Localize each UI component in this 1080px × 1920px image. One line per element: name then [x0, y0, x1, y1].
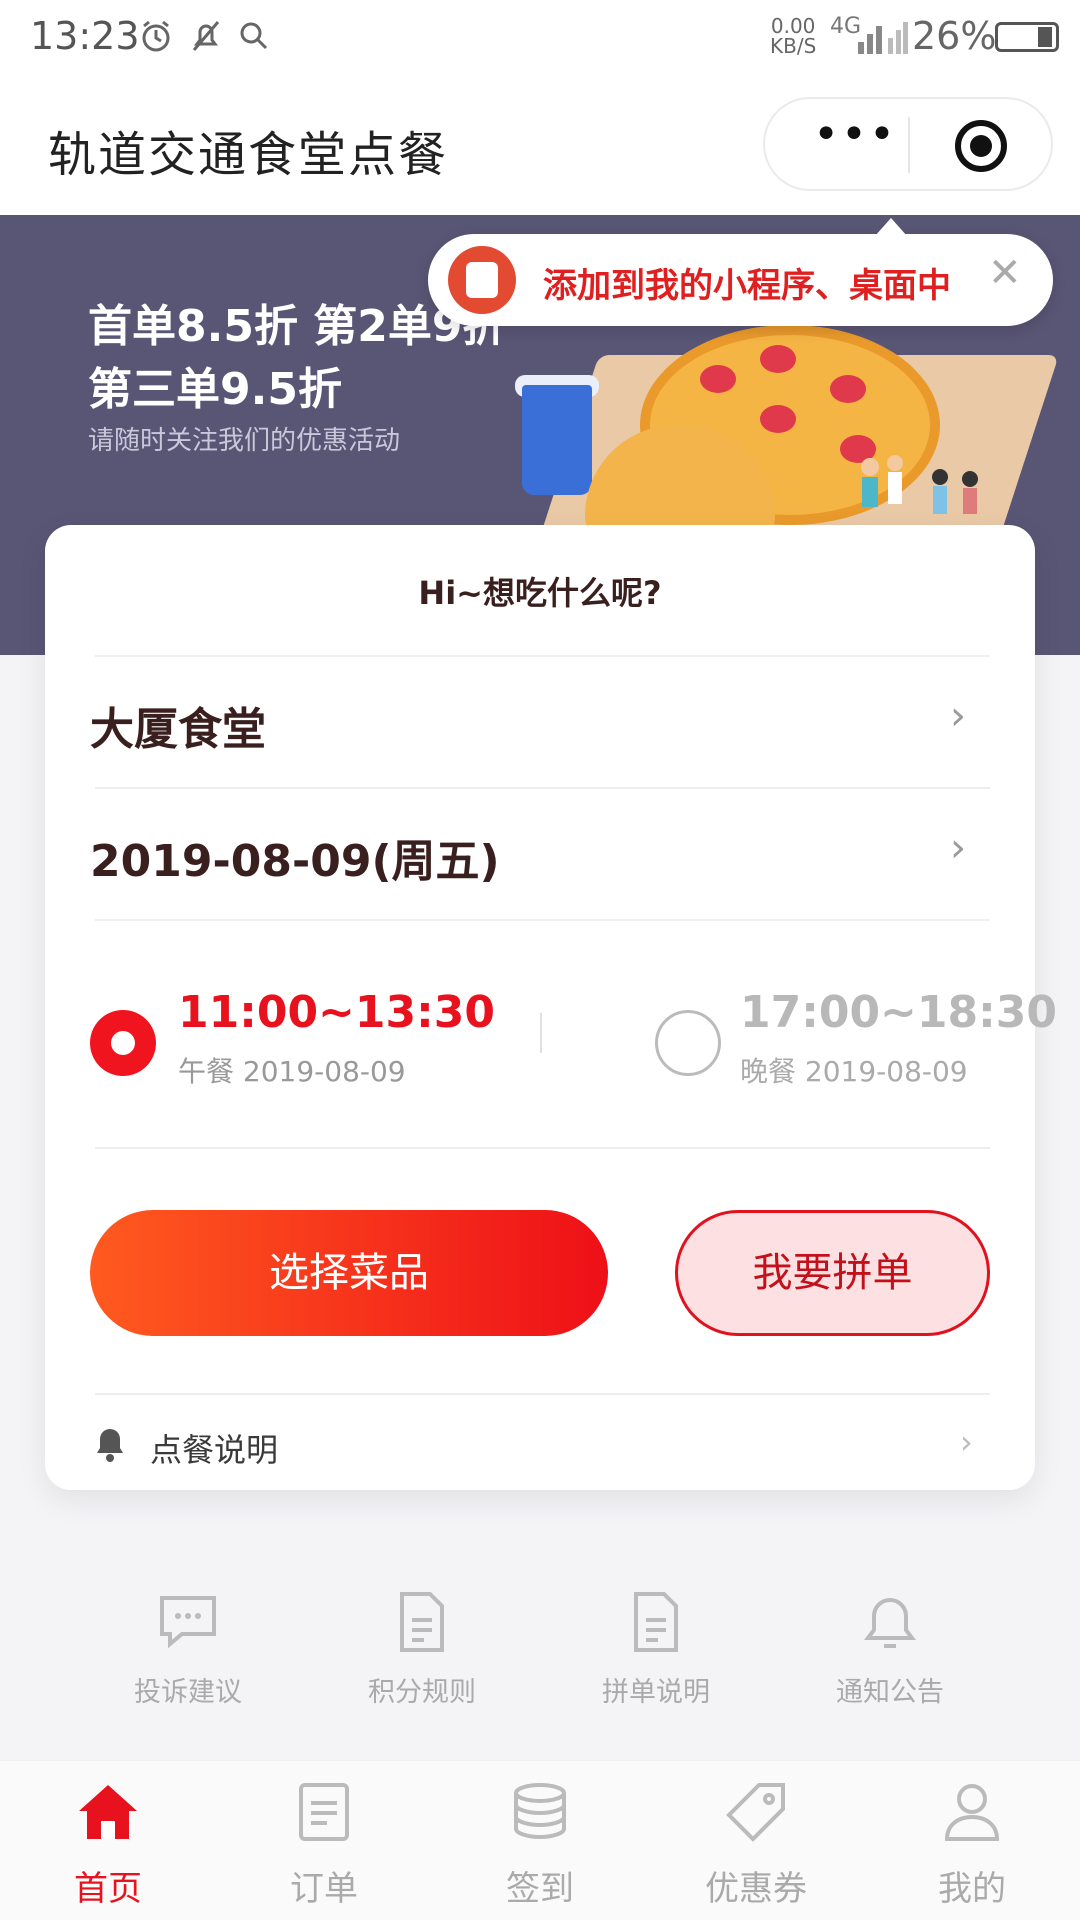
page-title: 轨道交通食堂点餐: [48, 127, 449, 183]
tab-label: 首页: [74, 1869, 142, 1909]
tab-label: 优惠券: [705, 1869, 807, 1909]
nav-bar: 轨道交通食堂点餐 •••: [0, 75, 1080, 215]
quick-link-label: 积分规则: [368, 1677, 476, 1708]
net-speed-unit: KB/S: [770, 34, 817, 58]
greeting: Hi~想吃什么呢?: [418, 574, 662, 612]
canteen-name: 大厦食堂: [90, 704, 266, 755]
battery-percent: 26%: [912, 14, 997, 58]
tooltip-text: 添加到我的小程序、桌面中: [543, 266, 951, 306]
battery-level: [1038, 27, 1052, 47]
slot-divider: [540, 1013, 542, 1053]
promo-line-2: 第三单9.5折: [88, 364, 342, 415]
status-bar: 13:23 0.00 KB/S 4G 26%: [0, 0, 1080, 75]
tab-label: 订单: [290, 1869, 358, 1909]
bell-icon: [864, 1598, 916, 1648]
pepperoni-illustration: [760, 405, 796, 433]
coins-icon: [514, 1783, 566, 1840]
divider: [95, 1147, 990, 1149]
group-order-button[interactable]: 我要拼单: [675, 1210, 990, 1336]
mute-bell-icon: [192, 21, 220, 51]
home-icon: [79, 1785, 137, 1839]
lunch-time[interactable]: 11:00~13:30: [178, 987, 495, 1038]
quick-link-group-order-info[interactable]: 拼单说明: [566, 1590, 746, 1709]
document-icon: [400, 1592, 444, 1652]
quick-link-label: 投诉建议: [134, 1677, 242, 1708]
tag-icon: [726, 1783, 785, 1842]
promo-subtitle: 请随时关注我们的优惠活动: [88, 426, 401, 456]
search-icon: [240, 22, 268, 50]
more-button[interactable]: •••: [805, 113, 905, 171]
tab-label: 我的: [938, 1869, 1006, 1909]
order-date: 2019-08-09(周五): [90, 836, 500, 887]
mini-program-capsule: •••: [763, 97, 1053, 191]
net-speed: 0.00 KB/S: [770, 16, 816, 56]
signal-icon: [858, 22, 908, 54]
quick-link-announcements[interactable]: 通知公告: [800, 1590, 980, 1709]
canteen-selector[interactable]: 大厦食堂 ›: [45, 657, 1035, 787]
order-icon: [299, 1783, 349, 1841]
lunch-radio[interactable]: [90, 1010, 156, 1076]
pepperoni-illustration: [700, 365, 736, 393]
drink-cup-illustration: [522, 385, 592, 495]
dinner-date: 晚餐 2019-08-09: [740, 1055, 968, 1088]
alarm-icon: [142, 20, 170, 52]
pepperoni-illustration: [760, 345, 796, 373]
people-illustration: [861, 455, 978, 514]
network-type: 4G: [830, 14, 862, 39]
chevron-right-icon: ›: [950, 693, 966, 739]
quick-link-complaints[interactable]: 投诉建议: [98, 1590, 278, 1709]
capsule-divider: [908, 117, 910, 173]
tab-checkin[interactable]: 签到: [432, 1781, 648, 1910]
document-icon: [634, 1592, 678, 1652]
lunch-date: 午餐 2019-08-09: [178, 1055, 406, 1088]
close-icon[interactable]: ✕: [988, 250, 1022, 296]
date-selector[interactable]: 2019-08-09(周五) ›: [45, 789, 1035, 919]
chevron-right-icon: ›: [960, 1423, 973, 1461]
pepperoni-illustration: [830, 375, 866, 403]
ordering-notice-link[interactable]: 点餐说明: [150, 1425, 278, 1471]
quick-link-label: 通知公告: [836, 1677, 944, 1708]
tab-orders[interactable]: 订单: [216, 1781, 432, 1910]
app-logo: [448, 246, 516, 314]
status-time: 13:23: [30, 14, 140, 58]
bell-icon: [97, 1429, 123, 1462]
add-to-desktop-tooltip[interactable]: 添加到我的小程序、桌面中 ✕: [428, 218, 1053, 326]
tab-home[interactable]: 首页: [0, 1781, 216, 1910]
user-icon: [944, 1784, 1000, 1841]
chevron-right-icon: ›: [950, 825, 966, 871]
tab-profile[interactable]: 我的: [864, 1781, 1080, 1910]
dinner-time[interactable]: 17:00~18:30: [740, 987, 1057, 1038]
close-program-button[interactable]: [955, 120, 1007, 172]
divider: [95, 919, 990, 921]
net-speed-value: 0.00: [770, 14, 816, 38]
quick-link-label: 拼单说明: [602, 1677, 710, 1708]
dinner-radio[interactable]: [655, 1010, 721, 1076]
order-card: Hi~想吃什么呢? 大厦食堂 › 2019-08-09(周五) › 11:00~…: [45, 525, 1057, 1490]
tab-label: 签到: [506, 1869, 574, 1909]
divider: [95, 1393, 990, 1395]
tab-coupons[interactable]: 优惠券: [648, 1781, 864, 1910]
chat-icon: [160, 1596, 216, 1649]
quick-link-points-rules[interactable]: 积分规则: [332, 1590, 512, 1709]
choose-dishes-button[interactable]: 选择菜品: [90, 1210, 608, 1336]
tab-bar: 首页 订单 签到 优惠券 我的: [0, 1760, 1080, 1920]
